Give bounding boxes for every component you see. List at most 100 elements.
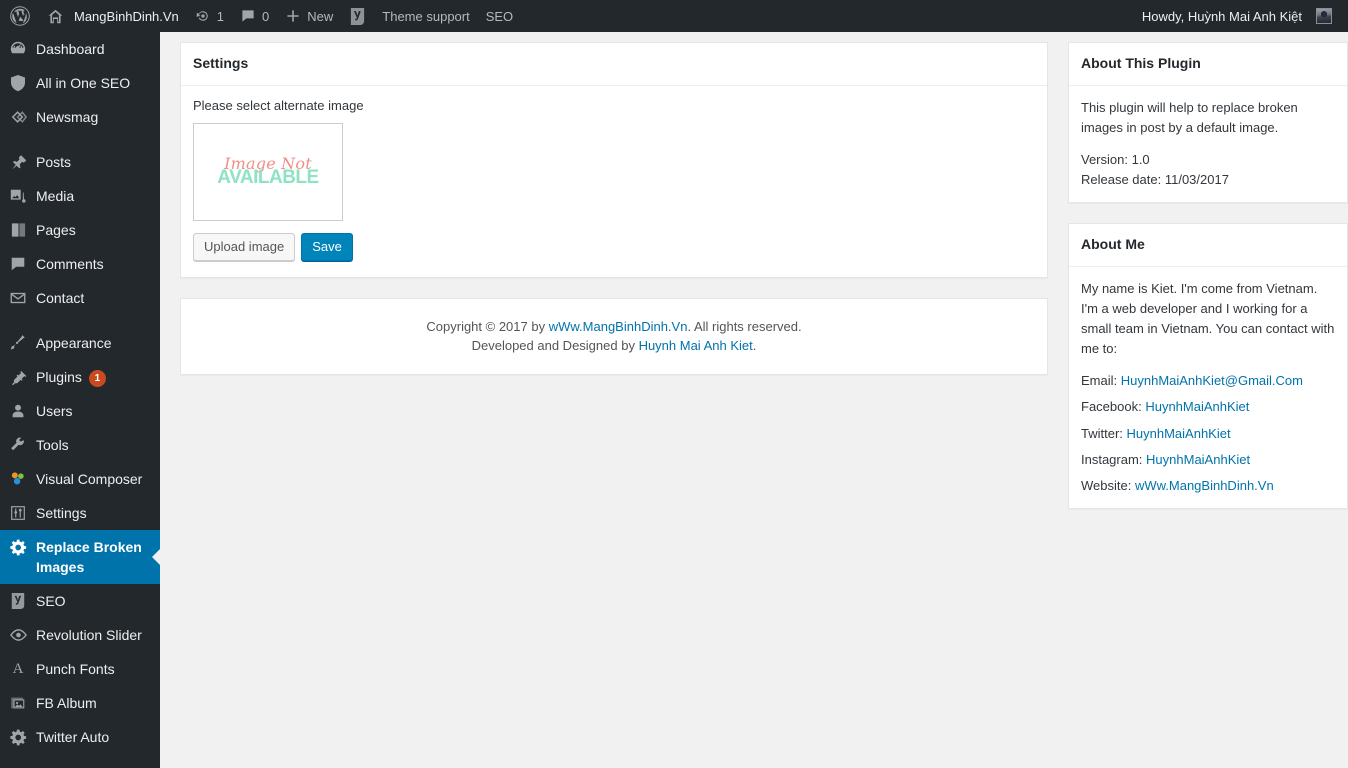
comment-bubble-icon [0,254,36,273]
sidebar-item-label: SEO [36,591,76,611]
footer-panel-body: Copyright © 2017 by wWw.MangBinhDinh.Vn.… [181,299,1047,374]
sidebar-item-punch-fonts[interactable]: A Punch Fonts [0,652,160,686]
alternate-image-preview[interactable]: Image Not AVAILABLE [193,123,343,221]
developed-prefix: Developed and Designed by [472,338,639,353]
updates-count: 1 [217,9,224,24]
plugin-release-date: Release date: 11/03/2017 [1081,172,1229,187]
about-me-body: My name is Kiet. I'm come from Vietnam. … [1069,267,1347,508]
content-area: Settings Please select alternate image I… [160,32,1348,768]
new-content-button[interactable]: New [277,0,341,32]
settings-panel-title: Settings [181,43,1047,86]
contact-twitter-label: Twitter: [1081,426,1127,441]
alternate-image-label: Please select alternate image [193,98,1035,113]
visit-site-button[interactable]: MangBinhDinh.Vn [39,0,187,32]
wordpress-logo-button[interactable] [0,0,39,32]
sidebar-item-posts[interactable]: Posts [0,145,160,179]
settings-panel-body: Please select alternate image Image Not … [181,86,1047,277]
newsmag-icon [0,107,36,126]
contact-instagram-link[interactable]: HuynhMaiAnhKiet [1146,452,1250,467]
author-link[interactable]: Huynh Mai Anh Kiet [639,338,753,353]
sidebar-item-media[interactable]: Media [0,179,160,213]
contact-website-link[interactable]: wWw.MangBinhDinh.Vn [1135,478,1274,493]
sidebar-item-dashboard[interactable]: Dashboard [0,32,160,66]
sidebar-item-label: Punch Fonts [36,659,125,679]
contact-facebook: Facebook: HuynhMaiAnhKiet [1081,397,1335,417]
about-me-title: About Me [1069,224,1347,267]
sidebar-item-all-in-one-seo[interactable]: All in One SEO [0,66,160,100]
sidebar-item-label: Visual Composer [36,469,152,489]
contact-twitter-link[interactable]: HuynhMaiAnhKiet [1127,426,1231,441]
sidebar-item-pages[interactable]: Pages [0,213,160,247]
gear-icon [0,537,36,557]
upload-image-button[interactable]: Upload image [193,233,295,261]
theme-support-label: Theme support [382,9,469,24]
about-plugin-meta: Version: 1.0 Release date: 11/03/2017 [1081,150,1335,190]
contact-instagram-label: Instagram: [1081,452,1146,467]
yoast-seo-icon [349,7,366,26]
about-plugin-description: This plugin will help to replace broken … [1081,98,1335,138]
sidebar-item-contact[interactable]: Contact [0,281,160,315]
sidebar-item-settings[interactable]: Settings [0,496,160,530]
sidebar-item-label: Users [36,401,83,421]
my-account-button[interactable]: Howdy, Huỳnh Mai Anh Kiệt [1134,0,1340,32]
gear-icon [0,727,36,747]
contact-facebook-link[interactable]: HuynhMaiAnhKiet [1145,399,1249,414]
sidebar-item-comments[interactable]: Comments [0,247,160,281]
dashboard-icon [0,39,36,58]
theme-support-button[interactable]: Theme support [374,0,477,32]
pin-icon [0,152,36,171]
sidebar-item-seo[interactable]: SEO [0,584,160,618]
sidebar-item-label: FB Album [36,693,107,713]
sidebar-item-label: Settings [36,503,97,523]
eye-icon [0,625,36,644]
copyright-suffix: . All rights reserved. [687,319,801,334]
sidebar-item-label: Posts [36,152,81,172]
sidebar-item-label: Tools [36,435,79,455]
sidebar-item-plugins[interactable]: Plugins1 [0,360,160,394]
plus-icon [285,8,301,24]
settings-button-row: Upload image Save [193,233,1035,261]
sidebar-item-label: Newsmag [36,107,108,127]
wrench-icon [0,435,36,454]
developed-line: Developed and Designed by Huynh Mai Anh … [193,336,1035,356]
sidebar-item-twitter-auto[interactable]: Twitter Auto [0,720,160,754]
menu-separator [0,134,160,145]
sidebar-item-label: Twitter Auto [36,727,119,747]
sidebar-item-appearance[interactable]: Appearance [0,326,160,360]
sidebar-item-users[interactable]: Users [0,394,160,428]
contact-email-label: Email: [1081,373,1121,388]
yoast-seo-button[interactable] [341,0,374,32]
sidebar-item-revolution-slider[interactable]: Revolution Slider [0,618,160,652]
updates-button[interactable]: 1 [187,0,232,32]
seo-button[interactable]: SEO [478,0,521,32]
save-button[interactable]: Save [301,233,353,261]
home-icon [47,8,64,25]
footer-panel: Copyright © 2017 by wWw.MangBinhDinh.Vn.… [180,298,1048,375]
sidebar-item-newsmag[interactable]: Newsmag [0,100,160,134]
admin-bar: MangBinhDinh.Vn 1 0 New [0,0,1348,32]
site-link[interactable]: wWw.MangBinhDinh.Vn [549,319,688,334]
copyright-prefix: Copyright © 2017 by [426,319,548,334]
sidebar-item-replace-broken-images[interactable]: Replace Broken Images [0,530,160,584]
pages-icon [0,220,36,239]
paintbrush-icon [0,333,36,352]
about-me-panel: About Me My name is Kiet. I'm come from … [1068,223,1348,509]
sidebar-item-tools[interactable]: Tools [0,428,160,462]
contact-email: Email: HuynhMaiAnhKiet@Gmail.Com [1081,371,1335,391]
contact-facebook-label: Facebook: [1081,399,1145,414]
album-icon [0,693,36,712]
letter-a-icon: A [0,659,36,678]
avatar [1316,8,1332,24]
comments-button[interactable]: 0 [232,0,277,32]
sidebar-item-label: Dashboard [36,39,115,59]
copyright-line: Copyright © 2017 by wWw.MangBinhDinh.Vn.… [193,317,1035,337]
visual-composer-icon [0,469,36,488]
sidebar-item-visual-composer[interactable]: Visual Composer [0,462,160,496]
sidebar-item-fb-album[interactable]: FB Album [0,686,160,720]
contact-email-link[interactable]: HuynhMaiAnhKiet@Gmail.Com [1121,373,1303,388]
sidebar-item-text: Plugins [36,369,82,385]
side-column: About This Plugin This plugin will help … [1068,42,1348,529]
seo-label: SEO [486,9,513,24]
settings-panel: Settings Please select alternate image I… [180,42,1048,278]
preview-image-line2: AVAILABLE [217,168,318,187]
